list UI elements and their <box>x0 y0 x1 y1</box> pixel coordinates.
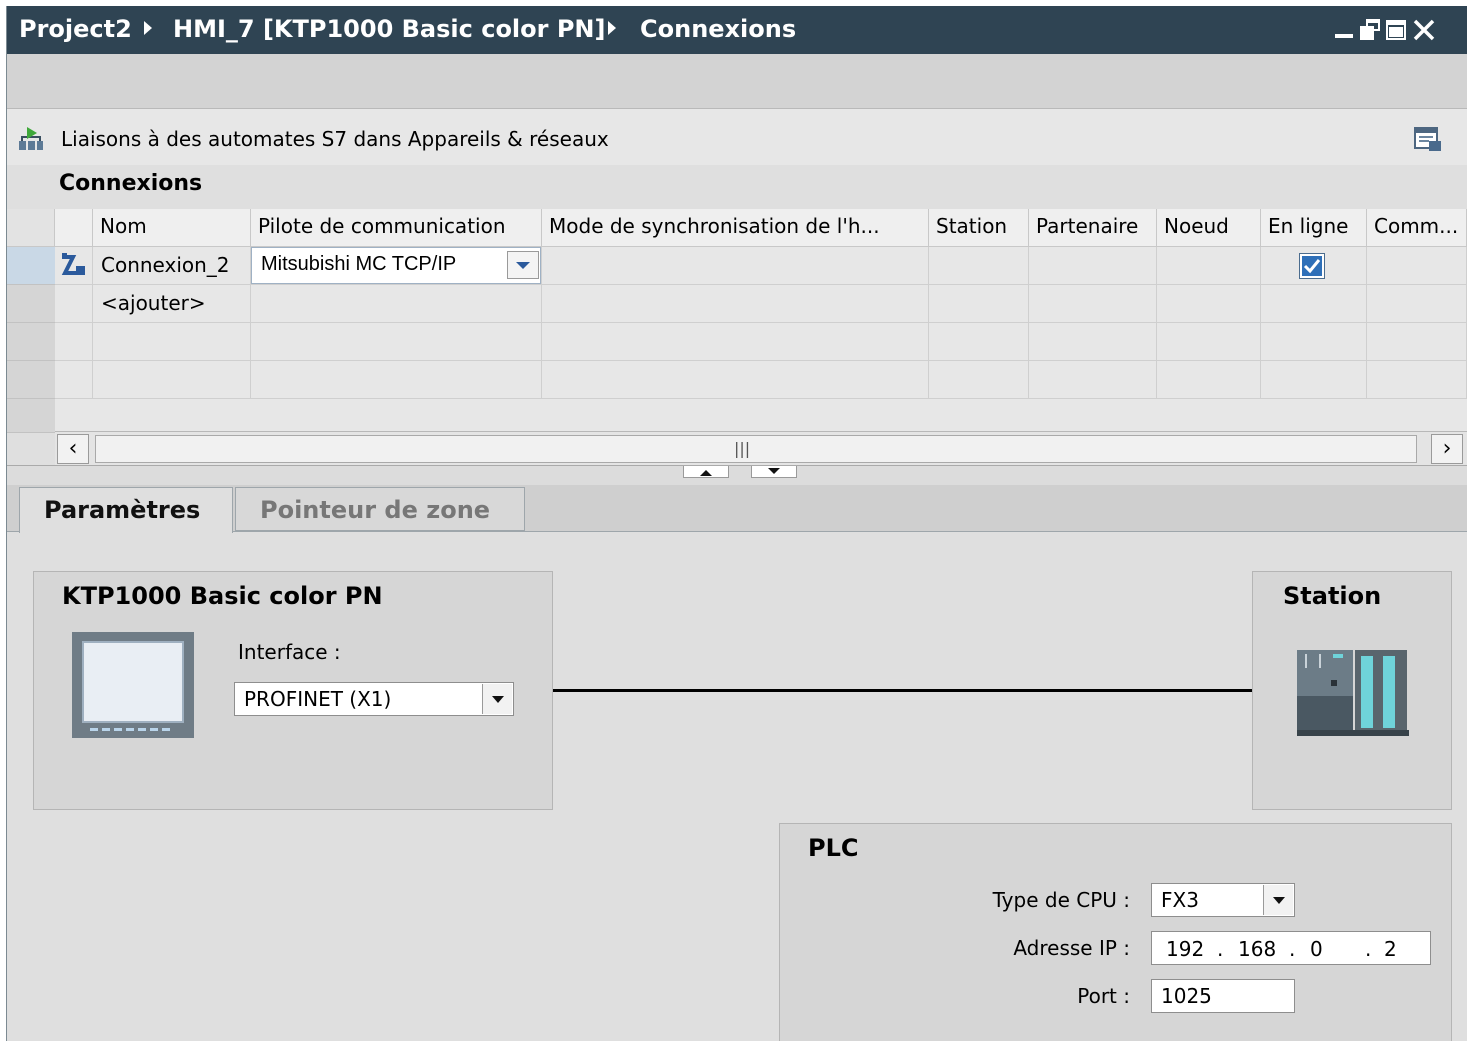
port-field[interactable]: 1025 <box>1151 979 1295 1013</box>
column-header-name[interactable]: Nom <box>93 209 251 247</box>
row-selector[interactable] <box>7 361 55 399</box>
online-cell[interactable] <box>1261 247 1367 285</box>
plc-station-icon <box>1297 650 1409 740</box>
cpu-type-label: Type de CPU : <box>992 888 1130 912</box>
hmi-panel-icon <box>72 632 194 742</box>
station-title: Station <box>1283 582 1382 610</box>
station-cell[interactable] <box>929 247 1029 285</box>
connection-row-icon <box>55 247 93 285</box>
maximize-icon[interactable] <box>1385 18 1407 42</box>
station-panel: Station <box>1252 571 1452 810</box>
scroll-right-button[interactable]: › <box>1431 434 1463 464</box>
breadcrumb-separator-icon <box>608 21 616 35</box>
title-bar: Project2 HMI_7 [KTP1000 Basic color PN] … <box>7 6 1467 54</box>
breadcrumb-device[interactable]: HMI_7 [KTP1000 Basic color PN] <box>173 15 605 43</box>
cpu-type-value: FX3 <box>1161 888 1199 912</box>
connection-name-cell[interactable]: Connexion_2 <box>93 247 251 285</box>
ip-dot: . <box>1217 937 1224 961</box>
scroll-left-button[interactable]: ‹ <box>57 434 89 464</box>
tab-bar: Paramètres Pointeur de zone <box>7 485 1467 533</box>
row-selector[interactable] <box>7 285 55 323</box>
column-header-station[interactable]: Station <box>929 209 1029 247</box>
info-bar-text: Liaisons à des automates S7 dans Apparei… <box>61 127 609 151</box>
ip-octet-1[interactable]: 192 <box>1166 937 1204 961</box>
row-header-corner <box>7 209 55 247</box>
expand-down-icon[interactable] <box>751 466 797 478</box>
breadcrumb-connections: Connexions <box>640 15 797 43</box>
chevron-down-icon[interactable] <box>482 684 512 714</box>
column-header-partner[interactable]: Partenaire <box>1029 209 1157 247</box>
ip-octet-4[interactable]: 2 <box>1384 937 1397 961</box>
ip-octet-3[interactable]: 0 <box>1310 937 1323 961</box>
column-header-node[interactable]: Noeud <box>1157 209 1261 247</box>
scrollbar-grip: ||| <box>734 439 751 458</box>
breadcrumb-project[interactable]: Project2 <box>19 15 132 43</box>
ip-dot: . <box>1365 937 1372 961</box>
panel-splitter[interactable] <box>7 465 1467 486</box>
toolbar <box>7 54 1467 109</box>
interface-dropdown[interactable]: PROFINET (X1) <box>234 682 514 716</box>
column-header-online[interactable]: En ligne <box>1261 209 1367 247</box>
sync-mode-cell[interactable] <box>542 247 929 285</box>
properties-icon[interactable] <box>1413 125 1443 157</box>
connection-line <box>553 689 1253 692</box>
connections-section-title: Connexions <box>59 171 203 196</box>
ip-address-field[interactable]: 192 . 168 . 0 . 2 <box>1151 931 1431 965</box>
interface-label: Interface : <box>238 640 341 664</box>
ip-octet-2[interactable]: 168 <box>1238 937 1276 961</box>
row-selector[interactable] <box>7 323 55 361</box>
comment-cell[interactable] <box>1367 247 1467 285</box>
breadcrumb-separator-icon <box>144 21 152 35</box>
ip-address-label: Adresse IP : <box>1013 936 1130 960</box>
minimize-icon[interactable] <box>1333 18 1355 42</box>
plc-title: PLC <box>808 834 859 862</box>
scrollbar-thumb[interactable]: ||| <box>95 435 1417 463</box>
driver-value: Mitsubishi MC TCP/IP <box>261 253 457 275</box>
column-header-driver[interactable]: Pilote de communication <box>251 209 542 247</box>
node-cell[interactable] <box>1157 247 1261 285</box>
network-connection-icon[interactable] <box>17 125 45 157</box>
interface-value: PROFINET (X1) <box>244 687 392 711</box>
close-icon[interactable] <box>1412 18 1435 42</box>
horizontal-scrollbar[interactable]: ‹ ||| › <box>55 431 1467 466</box>
row-selector[interactable] <box>7 247 55 285</box>
plc-panel: PLC Type de CPU : FX3 Adresse IP : 192 .… <box>779 823 1452 1041</box>
chevron-down-icon[interactable] <box>1263 885 1293 915</box>
collapse-up-icon[interactable] <box>683 466 729 478</box>
partner-cell[interactable] <box>1029 247 1157 285</box>
port-label: Port : <box>1077 984 1130 1008</box>
online-checkbox[interactable] <box>1299 253 1325 279</box>
column-header-icon <box>55 209 93 247</box>
restore-icon[interactable] <box>1359 18 1381 42</box>
editor-window: Project2 HMI_7 [KTP1000 Basic color PN] … <box>6 6 1467 1041</box>
info-bar: Liaisons à des automates S7 dans Apparei… <box>7 109 1467 165</box>
hmi-device-panel: KTP1000 Basic color PN Interface : PROFI… <box>33 571 553 810</box>
ip-dot: . <box>1289 937 1296 961</box>
connections-table: Nom Pilote de communication Mode de sync… <box>7 209 1467 433</box>
tab-parametres[interactable]: Paramètres <box>19 487 233 533</box>
row-selector[interactable] <box>7 399 55 433</box>
driver-cell[interactable]: Mitsubishi MC TCP/IP <box>251 247 542 285</box>
column-header-comment[interactable]: Comm... <box>1367 209 1467 247</box>
cpu-type-dropdown[interactable]: FX3 <box>1151 883 1295 917</box>
driver-dropdown-button[interactable] <box>507 251 539 279</box>
tab-pointeur-de-zone[interactable]: Pointeur de zone <box>235 487 525 531</box>
hmi-device-title: KTP1000 Basic color PN <box>62 582 383 610</box>
add-connection-cell[interactable]: <ajouter> <box>93 285 251 323</box>
column-header-sync-mode[interactable]: Mode de synchronisation de l'h... <box>542 209 929 247</box>
